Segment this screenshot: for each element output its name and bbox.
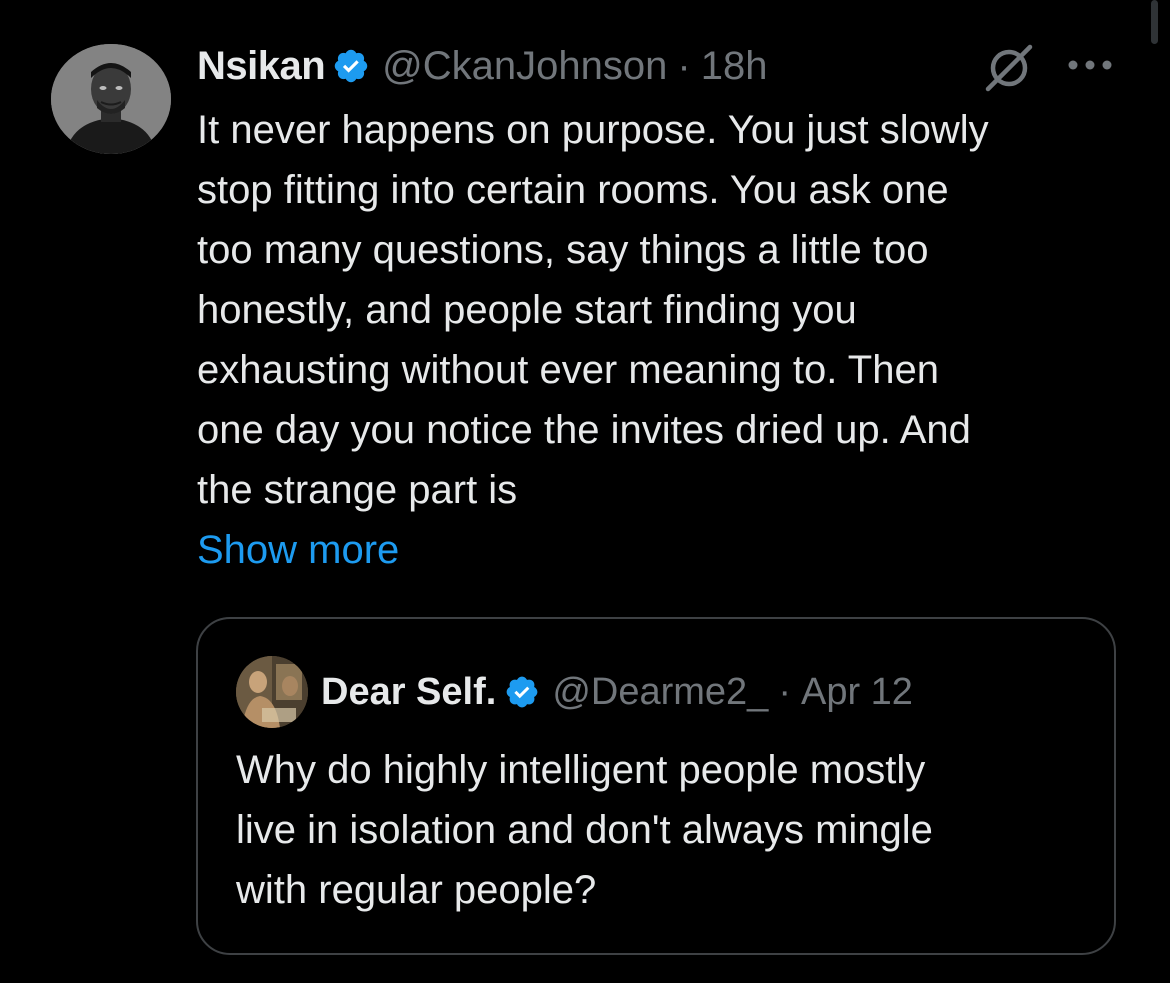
tweet-header: Nsikan @CkanJohnson · 18h [197, 38, 767, 94]
author-avatar[interactable] [51, 44, 171, 154]
quoted-tweet-text: Why do highly intelligent people mostly … [236, 748, 933, 912]
tweet-timestamp[interactable]: 18h [701, 44, 768, 89]
quoted-avatar-photo [236, 656, 308, 728]
quoted-tweet-header: Dear Self. @Dearme2_ · Apr 12 [321, 664, 913, 720]
quoted-tweet-card[interactable]: Dear Self. @Dearme2_ · Apr 12 Why do hig… [196, 617, 1116, 955]
author-name[interactable]: Nsikan [197, 44, 326, 89]
quoted-tweet-timestamp[interactable]: Apr 12 [801, 671, 913, 714]
quoted-author-name[interactable]: Dear Self. [321, 671, 496, 714]
verified-badge-icon [332, 47, 370, 85]
quoted-author-handle[interactable]: @Dearme2_ [552, 671, 768, 714]
avatar-photo [51, 44, 171, 154]
author-handle[interactable]: @CkanJohnson [382, 44, 667, 89]
tweet-text: It never happens on purpose. You just sl… [197, 108, 989, 512]
quoted-verified-badge-icon [504, 674, 540, 710]
header-separator: · [677, 43, 691, 88]
scrollbar[interactable] [1151, 0, 1158, 44]
quoted-header-separator: · [778, 670, 791, 713]
grok-icon[interactable] [984, 42, 1034, 92]
show-more-link[interactable]: Show more [197, 520, 399, 580]
quoted-author-avatar[interactable] [236, 656, 308, 728]
more-options-icon[interactable] [1066, 58, 1114, 72]
